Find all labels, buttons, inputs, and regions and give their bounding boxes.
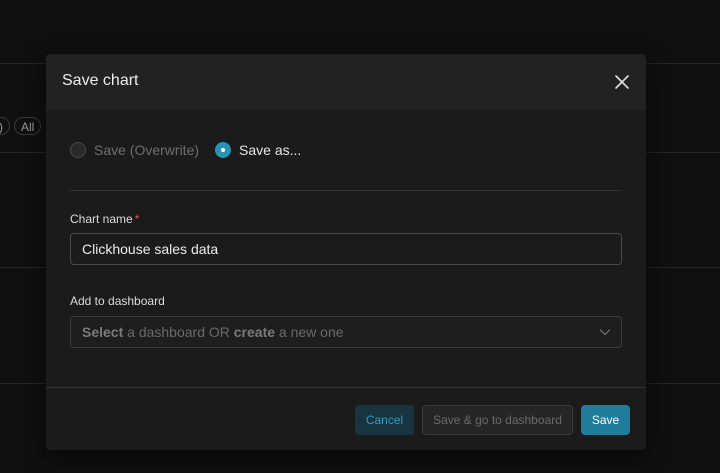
modal-title: Save chart	[62, 72, 139, 89]
chart-name-label: Chart name *	[70, 212, 139, 226]
modal-footer: Cancel Save & go to dashboard Save	[46, 387, 646, 450]
radio-label-overwrite: Save (Overwrite)	[94, 142, 200, 158]
background-filter-chip: )	[0, 117, 10, 135]
required-indicator: *	[134, 212, 140, 226]
close-button[interactable]	[614, 74, 630, 90]
save-button[interactable]: Save	[581, 405, 630, 435]
save-mode-radio-group: Save (Overwrite) Save as...	[70, 142, 317, 158]
placeholder-middle: a dashboard OR	[123, 324, 234, 340]
chart-name-label-text: Chart name	[70, 212, 133, 226]
cancel-button[interactable]: Cancel	[355, 405, 414, 435]
background-filter-chip-all: All	[14, 117, 42, 135]
placeholder-end: a new one	[275, 324, 344, 340]
radio-label-save-as: Save as...	[239, 142, 302, 158]
chart-name-input[interactable]	[70, 233, 622, 265]
radio-button-checked[interactable]	[215, 142, 232, 158]
radio-save-as[interactable]: Save as...	[215, 142, 301, 158]
add-to-dashboard-label: Add to dashboard	[70, 294, 165, 308]
radio-save-overwrite[interactable]: Save (Overwrite)	[70, 142, 199, 158]
radio-button-unchecked[interactable]	[70, 142, 86, 158]
save-chart-modal: Save chart Save (Overwrite) Save as... C…	[46, 54, 646, 450]
placeholder-select-word: Select	[82, 324, 124, 340]
chevron-down-icon	[599, 329, 611, 336]
close-icon	[615, 75, 629, 89]
section-divider	[70, 190, 622, 191]
modal-header: Save chart	[46, 54, 646, 110]
save-and-go-to-dashboard-button[interactable]: Save & go to dashboard	[422, 405, 573, 435]
dashboard-select[interactable]: Select a dashboard OR create a new one	[70, 316, 622, 348]
placeholder-create-word: create	[233, 324, 276, 340]
